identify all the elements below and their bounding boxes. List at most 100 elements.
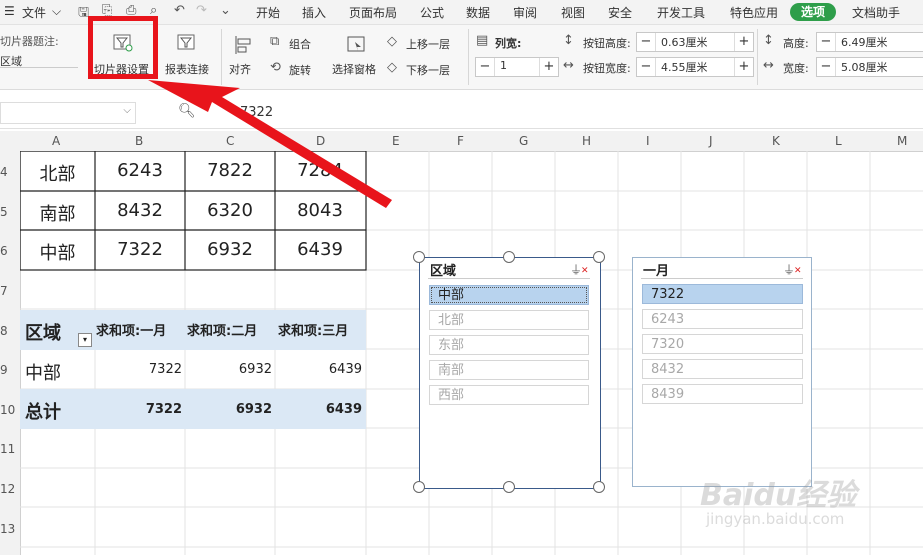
slicer-item[interactable]: 东部 — [429, 335, 589, 355]
resize-handle[interactable] — [593, 251, 605, 263]
resize-handle[interactable] — [413, 481, 425, 493]
pivot-total-value[interactable]: 6932 — [220, 402, 272, 417]
slicer-item[interactable]: 7320 — [642, 334, 803, 354]
column-header-i[interactable]: I — [646, 134, 650, 148]
decrement-button[interactable]: − — [637, 33, 656, 51]
row-header-9[interactable]: 9 — [0, 363, 20, 377]
row-header-6[interactable]: 6 — [0, 244, 20, 258]
pivot-value[interactable]: 6439 — [310, 362, 362, 377]
column-header-j[interactable]: J — [709, 134, 713, 148]
pivot-column-header[interactable]: 求和项:二月 — [187, 320, 257, 339]
slicer-item[interactable]: 7322 — [642, 284, 803, 304]
column-header-c[interactable]: C — [226, 134, 234, 148]
table-cell[interactable]: 北部 — [20, 160, 95, 186]
bring-forward-button[interactable]: 上移一层 — [406, 36, 450, 52]
more-icon[interactable]: ⌄ — [220, 3, 231, 18]
tab-view[interactable]: 视图 — [561, 4, 585, 21]
bring-forward-icon[interactable]: ◇ — [387, 34, 397, 49]
button-width-value[interactable]: 4.55厘米 — [661, 59, 708, 75]
width-stepper[interactable]: − 5.08厘米 — [816, 57, 923, 77]
resize-handle[interactable] — [593, 481, 605, 493]
pivot-row-label[interactable]: 中部 — [25, 359, 61, 385]
slicer-item[interactable]: 中部 — [429, 285, 589, 305]
decrement-button[interactable]: − — [817, 33, 836, 51]
slicer-item[interactable]: 南部 — [429, 360, 589, 380]
slicer-item[interactable]: 8432 — [642, 359, 803, 379]
button-height-value[interactable]: 0.63厘米 — [661, 34, 708, 50]
resize-handle[interactable] — [503, 251, 515, 263]
align-button[interactable]: 对齐 — [227, 31, 263, 81]
height-stepper[interactable]: − 6.49厘米 — [816, 32, 923, 52]
increment-button[interactable]: + — [734, 58, 753, 76]
column-header-f[interactable]: F — [457, 134, 464, 148]
row-header-10[interactable]: 10 — [0, 403, 20, 417]
undo-icon[interactable]: ↶ — [174, 3, 185, 18]
table-cell[interactable]: 6439 — [275, 239, 365, 260]
chevron-down-icon[interactable]: ⌵ — [52, 4, 61, 19]
file-menu[interactable]: 文件 — [22, 4, 46, 21]
table-cell[interactable]: 7822 — [185, 160, 275, 181]
tab-document-assistant[interactable]: 文档助手 — [852, 4, 900, 21]
column-header-m[interactable]: M — [897, 134, 907, 148]
selection-pane-button[interactable]: 选择窗格 — [332, 31, 382, 81]
resize-handle[interactable] — [503, 481, 515, 493]
button-height-stepper[interactable]: − 0.63厘米 + — [636, 32, 754, 52]
pivot-total-value[interactable]: 7322 — [130, 402, 182, 417]
table-cell[interactable]: 中部 — [20, 239, 95, 265]
tab-home[interactable]: 开始 — [256, 4, 280, 21]
name-box[interactable]: ⌵ — [0, 102, 136, 124]
slicer-item[interactable]: 8439 — [642, 384, 803, 404]
formula-input[interactable]: 7322 — [240, 105, 273, 120]
width-value[interactable]: 5.08厘米 — [841, 59, 888, 75]
row-header-11[interactable]: 11 — [0, 442, 20, 456]
tab-review[interactable]: 审阅 — [513, 4, 537, 21]
resize-handle[interactable] — [413, 251, 425, 263]
tab-security[interactable]: 安全 — [608, 4, 632, 21]
table-cell[interactable]: 6243 — [95, 160, 185, 181]
button-width-stepper[interactable]: − 4.55厘米 + — [636, 57, 754, 77]
slicer-item[interactable]: 西部 — [429, 385, 589, 405]
columns-value[interactable]: 1 — [500, 59, 507, 72]
table-cell[interactable]: 7284 — [275, 160, 365, 181]
report-connections-button[interactable]: 报表连接 — [163, 31, 213, 81]
columns-stepper[interactable]: − 1 + — [475, 57, 559, 77]
tab-formulas[interactable]: 公式 — [420, 4, 444, 21]
pivot-value[interactable]: 7322 — [130, 362, 182, 377]
column-header-k[interactable]: K — [772, 134, 780, 148]
column-header-a[interactable]: A — [52, 134, 60, 148]
pivot-column-header[interactable]: 求和项:三月 — [278, 320, 348, 339]
row-header-5[interactable]: 5 — [0, 205, 20, 219]
filter-icon[interactable]: ▾ — [78, 333, 92, 347]
chevron-down-icon[interactable]: ⌵ — [123, 105, 131, 116]
tab-page-layout[interactable]: 页面布局 — [349, 4, 397, 21]
tab-data[interactable]: 数据 — [466, 4, 490, 21]
tab-developer[interactable]: 开发工具 — [657, 4, 705, 21]
row-header-7[interactable]: 7 — [0, 284, 20, 298]
rotate-icon[interactable]: ⟲ — [270, 60, 281, 75]
send-backward-button[interactable]: 下移一层 — [406, 62, 450, 78]
send-backward-icon[interactable]: ◇ — [387, 60, 397, 75]
column-header-b[interactable]: B — [135, 134, 143, 148]
column-header-h[interactable]: H — [582, 134, 591, 148]
slicer-region[interactable]: 区域 ⏚ ✕ 中部 北部 东部 南部 西部 — [419, 257, 601, 489]
menu-icon[interactable]: ☰ — [4, 4, 15, 18]
tab-options[interactable]: 选项 — [790, 3, 836, 21]
row-header-12[interactable]: 12 — [0, 482, 20, 496]
redo-icon[interactable]: ↷ — [196, 3, 207, 18]
pivot-value[interactable]: 6932 — [220, 362, 272, 377]
table-cell[interactable]: 8432 — [95, 200, 185, 221]
table-cell[interactable]: 7322 — [95, 239, 185, 260]
table-cell[interactable]: 南部 — [20, 200, 95, 226]
group-button[interactable]: 组合 — [289, 36, 311, 52]
row-header-4[interactable]: 4 — [0, 165, 20, 179]
column-header-l[interactable]: L — [835, 134, 842, 148]
slicer-item[interactable]: 6243 — [642, 309, 803, 329]
column-header-d[interactable]: D — [316, 134, 325, 148]
table-cell[interactable]: 6320 — [185, 200, 275, 221]
tab-insert[interactable]: 插入 — [302, 4, 326, 21]
decrement-button[interactable]: − — [476, 58, 495, 76]
slicer-january[interactable]: 一月 ⏚ ✕ 7322 6243 7320 8432 8439 — [632, 257, 812, 487]
increment-button[interactable]: + — [734, 33, 753, 51]
height-value[interactable]: 6.49厘米 — [841, 34, 888, 50]
increment-button[interactable]: + — [539, 58, 558, 76]
